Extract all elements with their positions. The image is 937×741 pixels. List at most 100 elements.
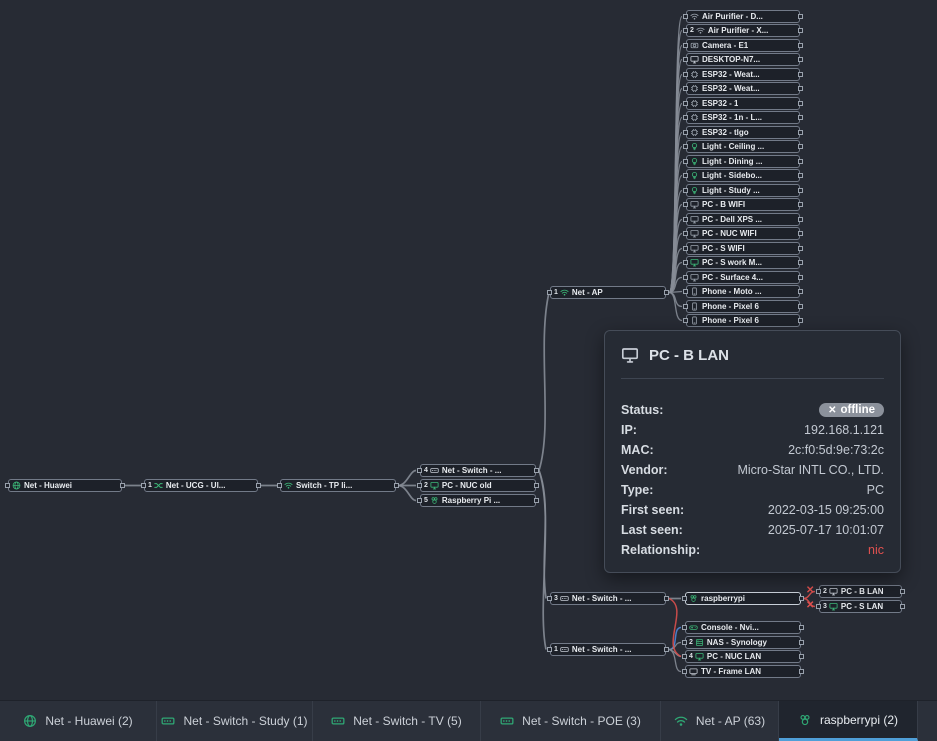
node-light-ceiling[interactable]: Light - Ceiling ... [686,140,800,153]
node-label: Net - Huawei [24,481,72,490]
node-pc-s-wifi[interactable]: PC - S WIFI [686,242,800,255]
node-pc-surface[interactable]: PC - Surface 4... [686,271,800,284]
status-badge: ✕offline [819,403,884,417]
tab-net-switch-poe[interactable]: Net - Switch - POE (3) [481,701,661,741]
node-label: Net - AP [572,288,603,297]
node-camera-e1[interactable]: Camera - E1 [686,39,800,52]
popup-row-relationship: Relationship:nic [621,540,884,560]
wifi-icon [674,714,688,728]
monitor-icon [690,200,699,209]
monitor-icon [690,55,699,64]
globe-icon [12,481,21,490]
popup-row-ip: IP:192.168.1.121 [621,420,884,440]
node-badge: 5 [424,497,428,504]
chip-icon [690,128,699,137]
globe-icon [23,714,37,728]
routes-icon [154,481,163,490]
node-pc-s-lan[interactable]: 3PC - S LAN [819,600,902,613]
node-light-study[interactable]: Light - Study ... [686,184,800,197]
bulb-icon [690,142,699,151]
node-pc-s-work[interactable]: PC - S work M... [686,256,800,269]
popup-title-row: PC - B LAN [605,331,900,373]
node-esp32-1[interactable]: ESP32 - 1 [686,97,800,110]
node-phone-pixel6-b[interactable]: Phone - Pixel 6 [686,314,800,327]
network-tabs-bar: Net - Huawei (2) Net - Switch - Study (1… [0,700,937,741]
monitor-icon [690,229,699,238]
node-esp32-weat-2[interactable]: ESP32 - Weat... [686,82,800,95]
node-phone-pixel6-a[interactable]: Phone - Pixel 6 [686,300,800,313]
node-badge: 2 [424,482,428,489]
popup-row-type: Type:PC [621,480,884,500]
node-label: Net - Switch - ... [442,466,502,475]
wifi-icon [560,288,569,297]
node-phone-moto[interactable]: Phone - Moto ... [686,285,800,298]
raspberry-icon [430,496,439,505]
monitor-icon [621,346,639,364]
status-value: offline [841,404,876,416]
node-air-purifier-x[interactable]: 2Air Purifier - X... [686,24,800,37]
node-net-switch-study[interactable]: 3Net - Switch - ... [550,592,666,605]
tab-net-switch-tv[interactable]: Net - Switch - TV (5) [313,701,481,741]
tab-net-switch-study[interactable]: Net - Switch - Study (1) [157,701,313,741]
tab-net-huawei[interactable]: Net - Huawei (2) [0,701,157,741]
bulb-icon [690,186,699,195]
node-light-dining[interactable]: Light - Dining ... [686,155,800,168]
node-net-switch-tv[interactable]: 1Net - Switch - ... [550,643,666,656]
popup-row-last-seen: Last seen:2025-07-17 10:01:07 [621,520,884,540]
node-label: Switch - TP li... [296,481,352,490]
node-label: Raspberry Pi ... [442,496,500,505]
node-desktop[interactable]: DESKTOP-N7... [686,53,800,66]
tv-icon [689,667,698,676]
divider [621,378,884,379]
phone-icon [690,316,699,325]
node-badge: 1 [148,482,152,489]
node-net-huawei[interactable]: Net - Huawei [8,479,122,492]
monitor-icon [690,244,699,253]
node-pc-dell-xps[interactable]: PC - Dell XPS ... [686,213,800,226]
node-pc-b-lan[interactable]: 2PC - B LAN [819,585,902,598]
server-icon [695,638,704,647]
node-switch-tp[interactable]: Switch - TP li... [280,479,396,492]
node-pc-nuc-lan[interactable]: 4PC - NUC LAN [685,650,801,663]
node-esp32-1n[interactable]: ESP32 - 1n - L... [686,111,800,124]
node-esp32-tlgo[interactable]: ESP32 - tlgo [686,126,800,139]
node-pc-nuc-wifi[interactable]: PC - NUC WIFI [686,227,800,240]
popup-row-vendor: Vendor:Micro-Star INTL CO., LTD. [621,460,884,480]
raspberry-icon [689,594,698,603]
node-net-ap[interactable]: 1Net - AP [550,286,666,299]
footer-spacer [918,701,937,741]
popup-row-status: Status: ✕offline [621,400,884,420]
node-net-ucg[interactable]: 1Net - UCG - Ul... [144,479,258,492]
node-air-purifier-d[interactable]: Air Purifier - D... [686,10,800,23]
switch-icon [560,594,569,603]
camera-icon [690,41,699,50]
bulb-icon [690,157,699,166]
node-raspberry-pi[interactable]: 5 Raspberry Pi ... [420,494,536,507]
node-pc-nuc-old[interactable]: 2PC - NUC old [420,479,536,492]
node-tv-frame-lan[interactable]: TV - Frame LAN [685,665,801,678]
node-console-nvidia[interactable]: Console - Nvi... [685,621,801,634]
device-detail-popup: PC - B LAN Status: ✕offline IP:192.168.1… [604,330,901,573]
gamepad-icon [689,623,698,632]
monitor-icon [829,602,838,611]
wifi-icon [696,26,705,35]
node-light-sideboard[interactable]: Light - Sidebo... [686,169,800,182]
node-raspberrypi[interactable]: raspberrypi [685,592,801,605]
monitor-icon [690,215,699,224]
node-esp32-weat-1[interactable]: ESP32 - Weat... [686,68,800,81]
switch-icon [560,645,569,654]
switch-icon [500,714,514,728]
switch-icon [430,466,439,475]
tab-raspberrypi[interactable]: raspberrypi (2) [779,701,918,741]
node-pc-b-wifi[interactable]: PC - B WIFI [686,198,800,211]
node-nas-synology[interactable]: 2NAS - Synology [685,636,801,649]
switch-icon [331,714,345,728]
chip-icon [690,99,699,108]
raspberry-icon [798,713,812,727]
tab-net-ap[interactable]: Net - AP (63) [661,701,779,741]
node-net-switch-cluster[interactable]: 4Net - Switch - ... [420,464,536,477]
popup-row-first-seen: First seen:2022-03-15 09:25:00 [621,500,884,520]
phone-icon [690,302,699,311]
wifi-icon [284,481,293,490]
popup-rows: Status: ✕offline IP:192.168.1.121 MAC:2c… [605,400,900,560]
